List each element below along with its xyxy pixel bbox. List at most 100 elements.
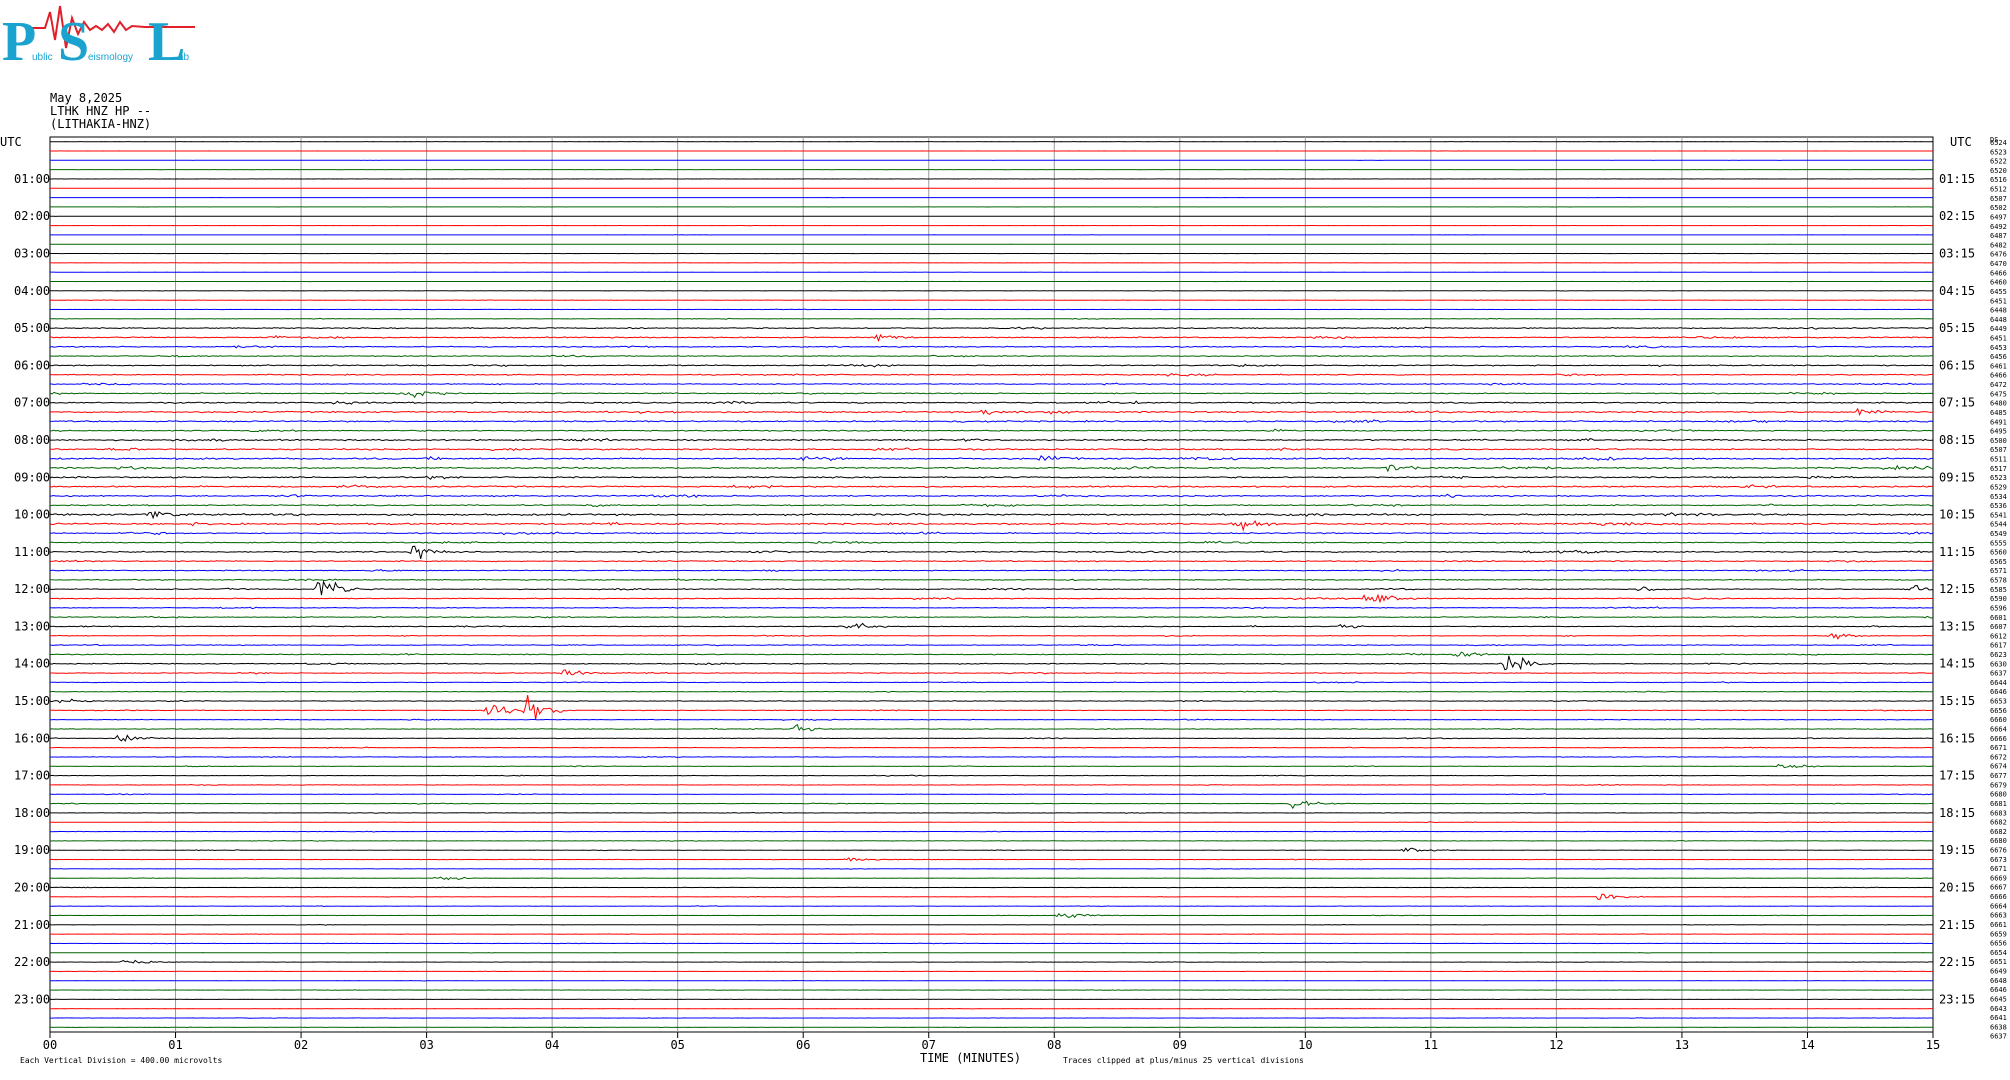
right-count-label: 6660 bbox=[1990, 716, 2007, 724]
left-hour-label: 11:00 bbox=[14, 545, 50, 559]
trace-row-41 bbox=[49, 519, 1934, 532]
trace-row-60 bbox=[49, 698, 1933, 704]
right-count-label: 6502 bbox=[1990, 204, 2007, 212]
right-count-label: 6476 bbox=[1990, 251, 2007, 259]
x-tick-label: 02 bbox=[294, 1038, 308, 1052]
right-count-label: 6522 bbox=[1990, 158, 2007, 166]
right-hour-label: 04:15 bbox=[1939, 284, 1975, 298]
right-count-label: 6516 bbox=[1990, 176, 2007, 184]
left-hour-label: 09:00 bbox=[14, 470, 50, 484]
trace-row-91 bbox=[49, 989, 1934, 991]
x-tick-label: 08 bbox=[1047, 1038, 1061, 1052]
trace-lines bbox=[49, 141, 1934, 1029]
trace-row-36 bbox=[49, 475, 1934, 480]
trace-row-87 bbox=[49, 951, 1933, 954]
logo-word-ublic: ublic bbox=[32, 52, 53, 63]
x-tick-label: 05 bbox=[670, 1038, 684, 1052]
right-count-label: 6646 bbox=[1990, 688, 2007, 696]
left-hour-label: 20:00 bbox=[14, 880, 50, 894]
trace-row-28 bbox=[50, 400, 1934, 405]
trace-row-31 bbox=[49, 428, 1934, 433]
left-hour-label: 07:00 bbox=[14, 396, 50, 410]
trace-row-66 bbox=[49, 755, 1934, 758]
trace-row-33 bbox=[50, 447, 1934, 452]
trace-row-27 bbox=[49, 391, 1934, 399]
right-count-label: 6645 bbox=[1990, 995, 2007, 1003]
right-count-label: 6475 bbox=[1990, 390, 2007, 398]
trace-row-20 bbox=[50, 326, 1934, 330]
right-count-label: 6517 bbox=[1990, 465, 2007, 473]
left-hour-label: 02:00 bbox=[14, 209, 50, 223]
left-hour-label: 16:00 bbox=[14, 731, 50, 745]
right-count-label: 6644 bbox=[1990, 679, 2007, 687]
x-tick-label: 10 bbox=[1298, 1038, 1312, 1052]
trace-row-49 bbox=[49, 593, 1934, 604]
right-count-label: 6448 bbox=[1990, 316, 2007, 324]
trace-row-67 bbox=[49, 763, 1934, 769]
right-count-label: 6612 bbox=[1990, 632, 2007, 640]
left-hour-label: 14:00 bbox=[14, 657, 50, 671]
right-count-label: 6565 bbox=[1990, 558, 2007, 566]
right-count-label: 6673 bbox=[1990, 856, 2007, 864]
right-count-label: 6671 bbox=[1990, 744, 2007, 752]
right-count-label: 6571 bbox=[1990, 567, 2007, 575]
right-count-label: 6461 bbox=[1990, 362, 2007, 370]
right-count-label: 6482 bbox=[1990, 241, 2007, 249]
right-hour-label: 15:15 bbox=[1939, 694, 1975, 708]
x-tick-label: 11 bbox=[1424, 1038, 1438, 1052]
right-count-label: 6641 bbox=[1990, 1014, 2007, 1022]
trace-row-34 bbox=[50, 455, 1933, 462]
right-hour-label: 10:15 bbox=[1939, 508, 1975, 522]
right-hour-label: 08:15 bbox=[1939, 433, 1975, 447]
logo-letter-l: L bbox=[148, 11, 185, 73]
helicorder-plot: P ublic S eismology L ab May 8,2025 LTHK… bbox=[0, 5, 2007, 1065]
right-count-label: 6523 bbox=[1990, 148, 2007, 156]
right-count-label: 6661 bbox=[1990, 921, 2007, 929]
header-date: May 8,2025 bbox=[50, 91, 122, 105]
right-count-label: 6492 bbox=[1990, 223, 2007, 231]
trace-row-32 bbox=[50, 438, 1934, 442]
trace-row-76 bbox=[49, 847, 1933, 853]
trace-row-68 bbox=[49, 774, 1934, 777]
trace-row-45 bbox=[49, 559, 1934, 563]
trace-row-65 bbox=[50, 746, 1934, 749]
right-count-label: 6676 bbox=[1990, 847, 2007, 855]
right-count-label: 6664 bbox=[1990, 725, 2007, 733]
trace-row-46 bbox=[49, 569, 1934, 573]
trace-row-70 bbox=[49, 793, 1934, 796]
trace-row-55 bbox=[49, 651, 1934, 657]
left-hour-label: 03:00 bbox=[14, 247, 50, 261]
right-count-label: 6667 bbox=[1990, 884, 2007, 892]
right-count-label: 6472 bbox=[1990, 381, 2007, 389]
trace-row-61 bbox=[49, 695, 1933, 720]
right-count-label: 6523 bbox=[1990, 474, 2007, 482]
trace-row-24 bbox=[49, 363, 1933, 368]
right-count-label: 6671 bbox=[1990, 865, 2007, 873]
right-hour-label: 07:15 bbox=[1939, 396, 1975, 410]
left-hour-label: 22:00 bbox=[14, 955, 50, 969]
right-count-label: 6680 bbox=[1990, 791, 2007, 799]
right-count-label: 6578 bbox=[1990, 577, 2007, 585]
left-hour-label: 13:00 bbox=[14, 619, 50, 633]
right-hour-label: 23:15 bbox=[1939, 992, 1975, 1006]
x-tick-label: 04 bbox=[545, 1038, 559, 1052]
right-count-label: 6507 bbox=[1990, 195, 2007, 203]
right-count-label: 6480 bbox=[1990, 400, 2007, 408]
trace-row-38 bbox=[49, 493, 1934, 499]
right-count-label: 6664 bbox=[1990, 902, 2007, 910]
right-count-label: 6643 bbox=[1990, 1005, 2007, 1013]
left-hour-label: 06:00 bbox=[14, 358, 50, 372]
x-axis-title: TIME (MINUTES) bbox=[920, 1051, 1021, 1065]
right-count-label: 6487 bbox=[1990, 232, 2007, 240]
right-count-label: 6596 bbox=[1990, 604, 2007, 612]
trace-row-83 bbox=[49, 912, 1933, 919]
left-hour-label: 23:00 bbox=[14, 992, 50, 1006]
right-hour-label: 21:15 bbox=[1939, 918, 1975, 932]
trace-row-26 bbox=[49, 382, 1934, 386]
right-hour-label: 05:15 bbox=[1939, 321, 1975, 335]
right-count-label: 6453 bbox=[1990, 344, 2007, 352]
left-hour-label: 10:00 bbox=[14, 508, 50, 522]
right-count-label: 6520 bbox=[1990, 167, 2007, 175]
trace-row-17 bbox=[49, 299, 1933, 301]
right-count-label: 6653 bbox=[1990, 698, 2007, 706]
